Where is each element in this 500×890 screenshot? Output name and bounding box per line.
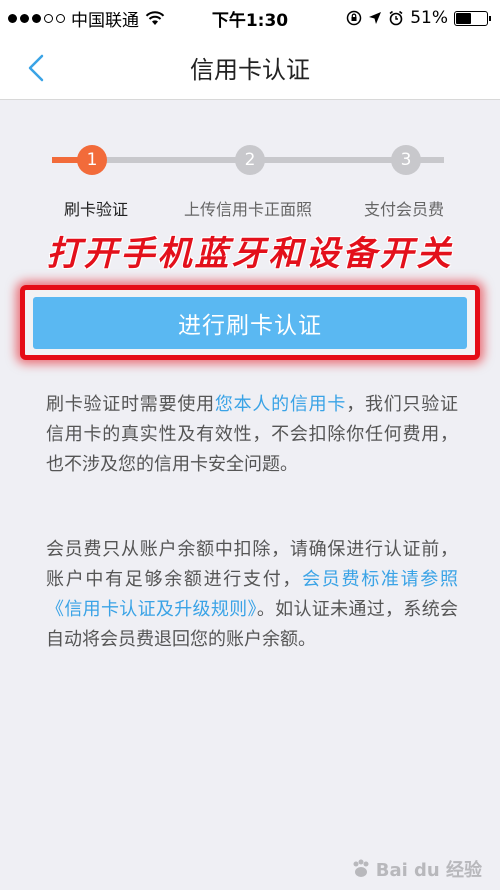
step-2-label: 上传信用卡正面照 [183,200,313,219]
status-right: 51% [346,8,491,28]
start-card-verification-button[interactable]: 进行刷卡认证 [33,296,467,349]
paw-icon [353,859,369,877]
step-3-circle: 3 [391,145,421,175]
step-1-label: 刷卡验证 [63,200,129,219]
cta-highlight-frame: 进行刷卡认证 [20,285,480,360]
wifi-icon [145,10,165,25]
step-progress: 1 2 3 刷卡验证 上传信用卡正面照 支付会员费 [0,140,500,230]
status-left: 中国联通 [8,6,165,31]
carrier-name: 中国联通 [71,10,139,31]
chevron-left-icon [28,54,44,82]
location-icon [369,12,382,24]
back-button[interactable] [18,50,54,86]
nav-bar: 信用卡认证 [0,36,500,100]
battery-fill [456,12,472,24]
rotation-lock-icon [346,10,362,26]
battery-percent: 51% [410,8,448,28]
step-1-circle: 1 [77,145,107,175]
watermark-text: Bai du 经验 [375,860,482,881]
para1-prefix: 刷卡验证时需要使用 [46,394,215,415]
info-paragraph-1: 刷卡验证时需要使用您本人的信用卡，我们只验证信用卡的真实性及有效性，不会扣除你任… [46,390,458,480]
status-bar: 中国联通 下午1:30 51% [0,0,500,36]
watermark: Bai du 经验 [350,856,482,882]
instruction-banner: 打开手机蓝牙和设备开关 [46,234,454,274]
signal-icon [8,13,65,23]
battery-icon [454,10,491,26]
step-2-circle: 2 [235,145,265,175]
info-paragraph-2: 会员费只从账户余额中扣除，请确保进行认证前，账户中有足够余额进行支付，会员费标准… [46,535,458,655]
page-title: 信用卡认证 [190,56,310,84]
own-card-link[interactable]: 您本人的信用卡 [215,394,346,415]
alarm-icon [389,10,403,26]
step-3-label: 支付会员费 [363,200,445,219]
